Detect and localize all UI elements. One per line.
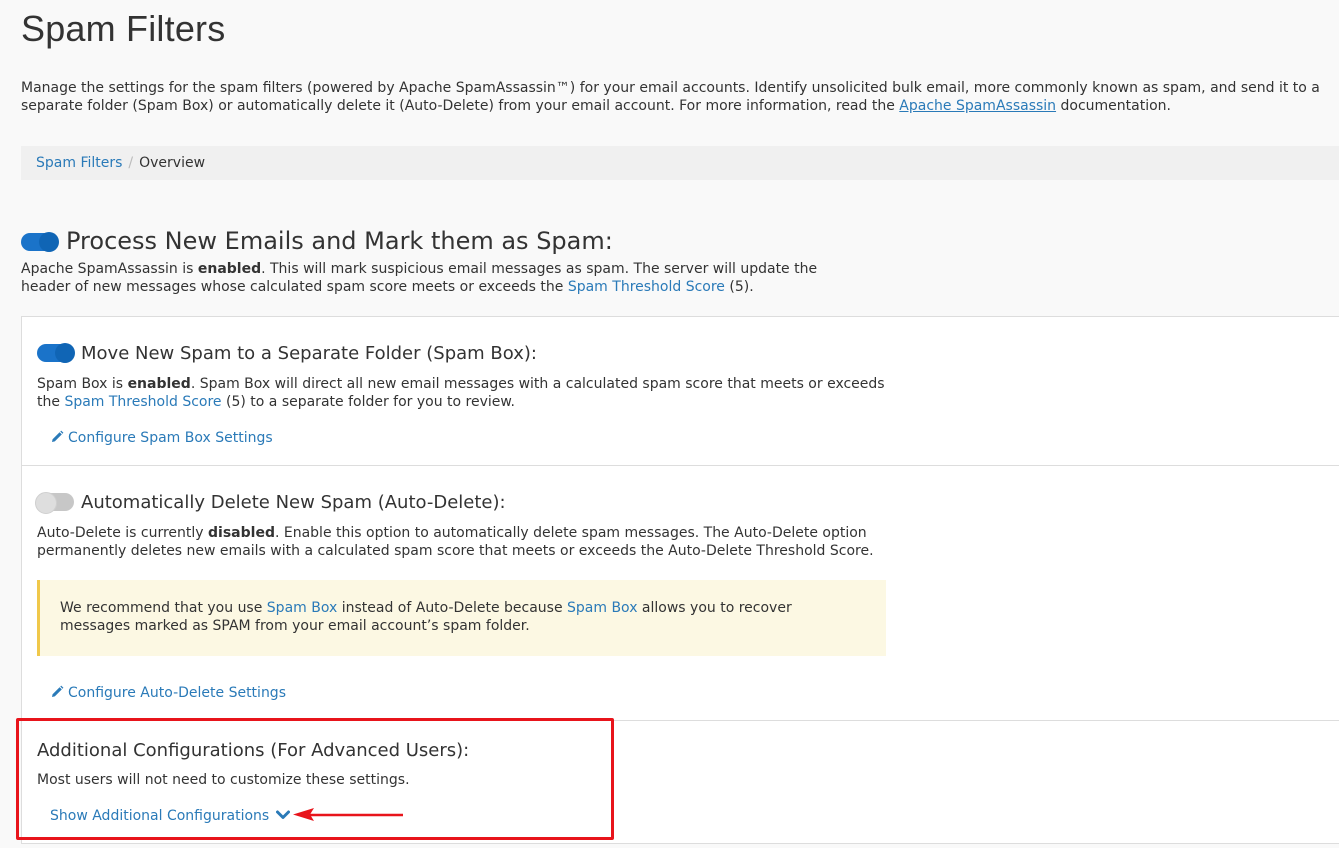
spam-box-toggle[interactable]: [37, 343, 75, 363]
process-desc-text: Apache SpamAssassin is: [21, 261, 198, 277]
spam-box-desc: Spam Box is enabled. Spam Box will direc…: [37, 375, 892, 411]
alert-spam-box-link[interactable]: Spam Box: [267, 600, 337, 616]
alert-text: We recommend that you use: [60, 600, 267, 616]
auto-delete-status: disabled: [208, 525, 275, 541]
process-desc-end: (5).: [724, 279, 754, 295]
page-title: Spam Filters: [21, 8, 226, 49]
configure-spam-box-label: Configure Spam Box Settings: [68, 430, 273, 446]
pencil-icon: [52, 430, 64, 442]
section-divider: [21, 465, 1339, 466]
auto-delete-toggle[interactable]: [35, 492, 74, 514]
auto-delete-desc-text: Auto-Delete is currently: [37, 525, 209, 541]
spam-box-recommendation-alert: We recommend that you use Spam Box inste…: [37, 580, 886, 656]
alert-text-mid: instead of Auto-Delete because: [337, 600, 568, 616]
intro-text-end: documentation.: [1056, 98, 1171, 114]
configure-auto-delete-link[interactable]: Configure Auto-Delete Settings: [50, 684, 286, 702]
spam-box-desc-end: (5) to a separate folder for you to revi…: [221, 394, 516, 410]
spam-box-heading: Move New Spam to a Separate Folder (Spam…: [81, 343, 537, 364]
process-spam-toggle[interactable]: [21, 232, 59, 252]
spam-threshold-score-link[interactable]: Spam Threshold Score: [568, 279, 725, 295]
breadcrumb-separator: /: [128, 155, 134, 171]
process-status: enabled: [197, 261, 262, 277]
spam-box-desc-text: Spam Box is: [37, 376, 128, 392]
arrow-left-icon: [293, 808, 403, 821]
configure-spam-box-link[interactable]: Configure Spam Box Settings: [50, 429, 273, 447]
breadcrumb-current: Overview: [139, 155, 206, 171]
auto-delete-heading: Automatically Delete New Spam (Auto-Dele…: [81, 492, 506, 513]
alert-spam-box-link-2[interactable]: Spam Box: [567, 600, 637, 616]
spam-box-status: enabled: [127, 376, 191, 392]
pencil-icon: [52, 685, 64, 697]
breadcrumb: Spam Filters / Overview: [21, 146, 1339, 180]
configure-auto-delete-label: Configure Auto-Delete Settings: [68, 685, 286, 701]
auto-delete-desc: Auto-Delete is currently disabled. Enabl…: [37, 524, 892, 560]
spam-box-threshold-link[interactable]: Spam Threshold Score: [64, 394, 221, 410]
page-intro: Manage the settings for the spam filters…: [21, 79, 1331, 115]
breadcrumb-spam-filters[interactable]: Spam Filters: [36, 155, 122, 171]
apache-spamassassin-link[interactable]: Apache SpamAssassin: [899, 98, 1056, 114]
process-spam-heading: Process New Emails and Mark them as Spam…: [66, 227, 613, 255]
process-spam-desc: Apache SpamAssassin is enabled. This wil…: [21, 260, 861, 296]
